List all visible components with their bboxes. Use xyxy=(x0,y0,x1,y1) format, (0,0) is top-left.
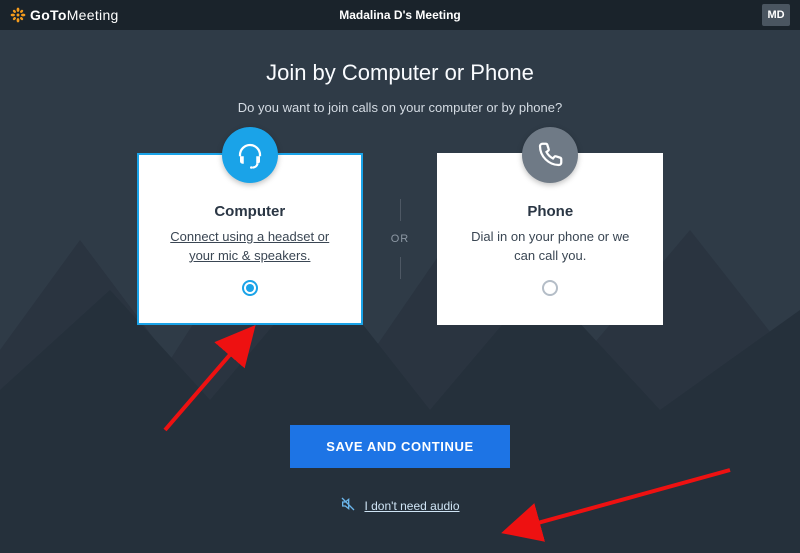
option-computer-desc: Connect using a headset or your mic & sp… xyxy=(161,228,339,266)
option-phone-title: Phone xyxy=(461,203,639,220)
phone-icon xyxy=(522,127,578,183)
or-separator: OR xyxy=(391,199,410,279)
no-audio-link[interactable]: I don't need audio xyxy=(340,496,459,515)
option-computer-card[interactable]: Computer Connect using a headset or your… xyxy=(137,153,363,325)
option-phone-radio[interactable] xyxy=(542,280,558,296)
option-computer-radio[interactable] xyxy=(242,280,258,296)
brand-text: GoToMeeting xyxy=(30,7,119,23)
main-pane: Join by Computer or Phone Do you want to… xyxy=(0,30,800,553)
audio-options: Computer Connect using a headset or your… xyxy=(0,153,800,325)
meeting-title: Madalina D's Meeting xyxy=(0,8,800,22)
header-bar: GoToMeeting Madalina D's Meeting MD xyxy=(0,0,800,30)
headset-icon xyxy=(222,127,278,183)
page-title: Join by Computer or Phone xyxy=(0,60,800,86)
or-label: OR xyxy=(391,233,410,245)
brand-logo: GoToMeeting xyxy=(10,7,119,23)
option-phone-desc: Dial in on your phone or we can call you… xyxy=(461,228,639,266)
separator-line xyxy=(400,199,401,221)
option-computer-title: Computer xyxy=(161,203,339,220)
separator-line xyxy=(400,257,401,279)
page-subtitle: Do you want to join calls on your comput… xyxy=(0,100,800,115)
no-audio-label: I don't need audio xyxy=(364,499,459,513)
flower-icon xyxy=(10,7,26,23)
option-phone-card[interactable]: Phone Dial in on your phone or we can ca… xyxy=(437,153,663,325)
mute-icon xyxy=(340,496,356,515)
brand-light: Meeting xyxy=(67,7,119,23)
brand-bold: GoTo xyxy=(30,7,67,23)
save-continue-button[interactable]: SAVE AND CONTINUE xyxy=(290,425,509,468)
avatar[interactable]: MD xyxy=(762,4,790,26)
